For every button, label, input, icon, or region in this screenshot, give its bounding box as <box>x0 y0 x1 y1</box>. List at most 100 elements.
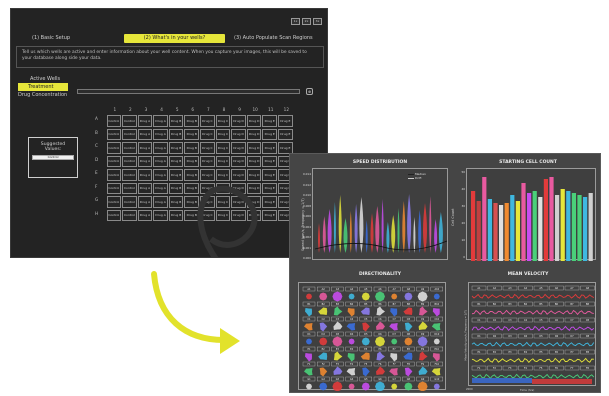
well-cell[interactable]: Drug D <box>231 182 246 194</box>
mode-treatment[interactable]: Treatment <box>18 83 68 91</box>
well-cell[interactable]: Drug C <box>215 128 231 140</box>
well-cell[interactable]: Drug C <box>215 196 231 208</box>
well-cell[interactable]: Control <box>106 155 122 167</box>
well-cell[interactable]: Drug B <box>168 209 184 221</box>
well-cell[interactable]: Drug B <box>184 155 200 167</box>
well-cell[interactable]: Drug A <box>153 115 168 127</box>
well-cell[interactable]: Drug D <box>231 169 246 181</box>
well-cell[interactable]: Drug A <box>137 142 153 154</box>
well-cell[interactable]: Drug E <box>262 182 278 194</box>
well-cell[interactable]: Drug E <box>278 142 293 154</box>
well-cell[interactable]: Drug E <box>262 196 278 208</box>
mode-active-wells[interactable]: Active Wells <box>18 75 68 83</box>
well-cell[interactable]: Drug E <box>262 128 278 140</box>
well-cell[interactable]: Drug B <box>168 115 184 127</box>
well-cell[interactable]: Drug C <box>200 169 215 181</box>
well-cell[interactable]: Drug A <box>153 182 168 194</box>
well-cell[interactable]: Drug C <box>200 115 215 127</box>
well-cell[interactable]: Control <box>122 155 137 167</box>
well-cell[interactable]: Drug D <box>231 115 246 127</box>
well-cell[interactable]: Drug A <box>137 115 153 127</box>
well-cell[interactable]: Drug B <box>184 182 200 194</box>
well-cell[interactable]: Control <box>106 209 122 221</box>
well-cell[interactable]: Drug E <box>262 115 278 127</box>
well-cell[interactable]: Drug A <box>137 155 153 167</box>
step-basic-setup[interactable]: (1) Basic Setup <box>32 35 70 41</box>
well-cell[interactable]: Control <box>122 142 137 154</box>
well-cell[interactable]: Drug E <box>262 155 278 167</box>
well-cell[interactable]: Drug D <box>246 169 262 181</box>
well-cell[interactable]: Drug E <box>262 142 278 154</box>
well-cell[interactable]: Drug B <box>168 155 184 167</box>
well-cell[interactable]: Drug A <box>153 209 168 221</box>
well-cell[interactable]: Drug C <box>215 182 231 194</box>
well-cell[interactable]: Drug D <box>246 182 262 194</box>
well-cell[interactable]: Control <box>106 115 122 127</box>
well-cell[interactable]: Drug B <box>184 128 200 140</box>
well-cell[interactable]: Drug E <box>262 209 278 221</box>
well-cell[interactable]: Control <box>106 142 122 154</box>
well-cell[interactable]: Control <box>106 169 122 181</box>
well-cell[interactable]: Drug E <box>278 115 293 127</box>
well-cell[interactable]: Drug C <box>200 182 215 194</box>
well-cell[interactable]: Drug E <box>262 169 278 181</box>
well-cell[interactable]: Drug D <box>231 196 246 208</box>
well-cell[interactable]: Control <box>122 196 137 208</box>
well-cell[interactable]: Drug D <box>246 115 262 127</box>
well-cell[interactable]: Drug A <box>137 128 153 140</box>
well-cell[interactable]: Control <box>122 115 137 127</box>
well-cell[interactable]: Drug B <box>168 182 184 194</box>
well-cell[interactable]: Drug C <box>200 128 215 140</box>
step-auto-populate[interactable]: (3) Auto Populate Scan Regions <box>234 35 313 41</box>
well-cell[interactable]: Drug B <box>184 115 200 127</box>
window-button-1[interactable]: 1x <box>291 18 300 25</box>
add-treatment-button[interactable]: ⊕ <box>306 88 313 95</box>
window-button-3[interactable]: 3x <box>313 18 322 25</box>
well-cell[interactable]: Drug E <box>278 128 293 140</box>
well-cell[interactable]: Drug D <box>246 209 262 221</box>
well-cell[interactable]: Drug A <box>153 128 168 140</box>
mode-drug-concentration[interactable]: Drug Concentration <box>18 91 68 99</box>
well-cell[interactable]: Drug B <box>168 169 184 181</box>
well-cell[interactable]: Control <box>122 182 137 194</box>
well-cell[interactable]: Drug C <box>200 209 215 221</box>
well-cell[interactable]: Drug B <box>168 128 184 140</box>
well-cell[interactable]: Drug C <box>200 142 215 154</box>
well-cell[interactable]: Drug B <box>184 169 200 181</box>
well-cell[interactable]: Control <box>122 128 137 140</box>
well-cell[interactable]: Drug D <box>231 155 246 167</box>
well-cell[interactable]: Drug B <box>184 142 200 154</box>
treatment-input[interactable] <box>77 89 300 94</box>
well-cell[interactable]: Drug D <box>246 128 262 140</box>
well-cell[interactable]: Control <box>106 182 122 194</box>
well-cell[interactable]: Drug C <box>200 196 215 208</box>
well-cell[interactable]: Drug D <box>246 196 262 208</box>
well-cell[interactable]: Drug D <box>231 209 246 221</box>
well-cell[interactable]: Drug A <box>137 182 153 194</box>
well-cell[interactable]: Drug B <box>184 196 200 208</box>
well-cell[interactable]: Drug B <box>184 209 200 221</box>
well-cell[interactable]: Drug D <box>246 155 262 167</box>
well-cell[interactable]: Control <box>106 196 122 208</box>
well-cell[interactable]: Drug B <box>168 196 184 208</box>
window-button-2[interactable]: 2x <box>302 18 311 25</box>
well-cell[interactable]: Drug C <box>215 209 231 221</box>
well-cell[interactable]: Control <box>122 209 137 221</box>
well-cell[interactable]: Drug C <box>215 142 231 154</box>
well-cell[interactable]: Drug A <box>153 155 168 167</box>
well-cell[interactable]: Control <box>106 128 122 140</box>
well-cell[interactable]: Drug C <box>215 115 231 127</box>
well-cell[interactable]: Drug C <box>200 155 215 167</box>
well-cell[interactable]: Control <box>122 169 137 181</box>
well-cell[interactable]: Drug A <box>137 209 153 221</box>
well-cell[interactable]: Drug A <box>137 196 153 208</box>
well-cell[interactable]: Drug D <box>246 142 262 154</box>
well-cell[interactable]: Drug B <box>168 142 184 154</box>
well-cell[interactable]: Drug D <box>231 142 246 154</box>
well-cell[interactable]: Drug A <box>153 196 168 208</box>
well-cell[interactable]: Drug C <box>215 169 231 181</box>
well-cell[interactable]: Drug A <box>153 142 168 154</box>
well-cell[interactable]: Drug A <box>153 169 168 181</box>
step-whats-in-wells[interactable]: (2) What's in your wells? <box>124 33 225 43</box>
well-cell[interactable]: Drug A <box>137 169 153 181</box>
